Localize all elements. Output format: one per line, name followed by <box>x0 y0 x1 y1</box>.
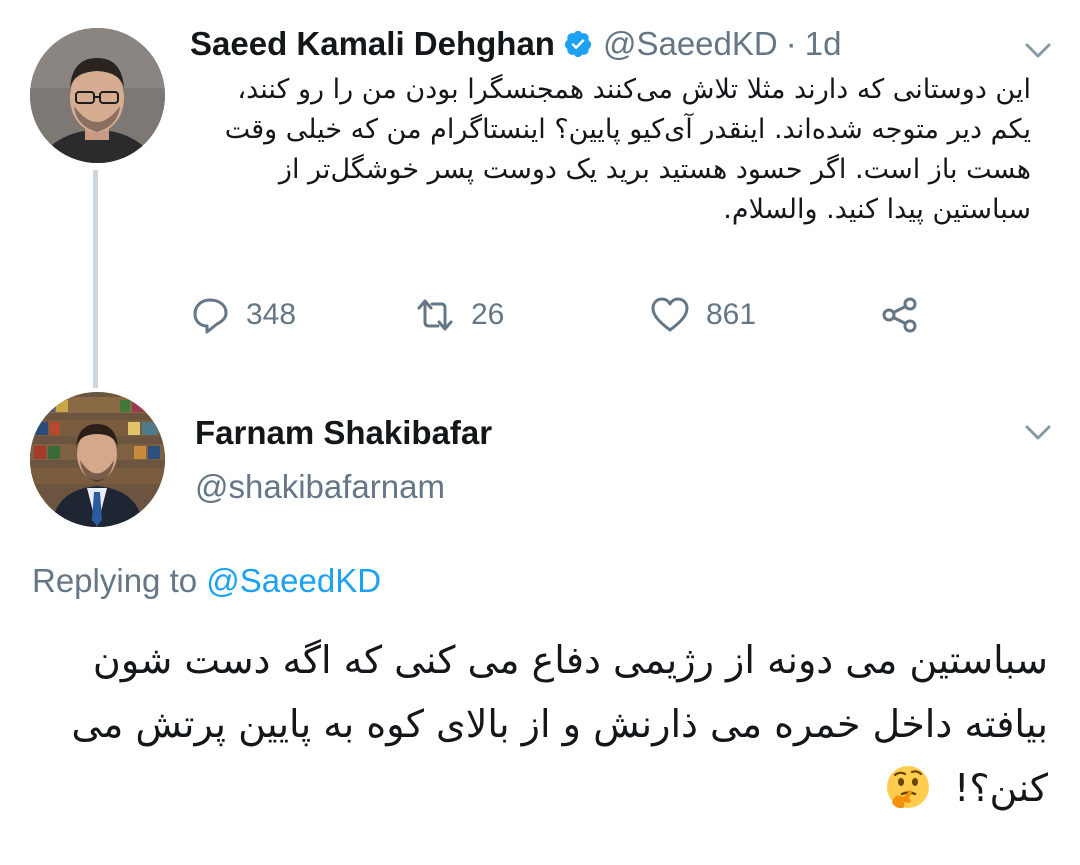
heart-icon <box>651 297 689 332</box>
avatar-farnam[interactable] <box>30 392 165 527</box>
verified-badge-icon <box>564 30 592 58</box>
retweet-button[interactable]: 26 <box>415 292 504 338</box>
thread-connector-line <box>93 170 98 388</box>
author-handle[interactable]: @SaeedKD <box>603 25 778 63</box>
chevron-down-icon[interactable] <box>1022 38 1054 62</box>
reply-count: 348 <box>246 298 297 331</box>
reply-author-name[interactable]: Farnam Shakibafar <box>195 414 492 452</box>
share-button[interactable] <box>880 292 920 338</box>
replying-to-line: Replying to @SaeedKD <box>32 562 381 600</box>
retweet-count: 26 <box>471 298 505 331</box>
tweet-timestamp[interactable]: 1d <box>805 25 842 63</box>
like-count: 861 <box>706 298 757 331</box>
like-button[interactable]: 861 <box>650 292 756 338</box>
retweet-icon <box>417 299 453 331</box>
replying-to-label: Replying to <box>32 562 198 599</box>
chevron-down-icon[interactable] <box>1022 420 1054 444</box>
reply-button[interactable]: 348 <box>190 292 296 338</box>
author-name[interactable]: Saeed Kamali Dehghan <box>190 25 555 63</box>
tweet-text: این دوستانی که دارند مثلا تلاش می‌کنند ه… <box>224 74 1031 225</box>
tweet-actions: 348 26 861 <box>190 292 950 338</box>
reply-author-handle[interactable]: @shakibafarnam <box>195 468 445 506</box>
avatar-saeed[interactable] <box>30 28 165 163</box>
reply-icon <box>193 298 228 334</box>
replying-to-mention[interactable]: @SaeedKD <box>206 562 381 599</box>
meta-separator: · <box>785 25 797 62</box>
thinking-face-emoji <box>887 766 930 809</box>
share-icon <box>882 297 917 333</box>
reply-text: سباستین می دونه از رژیمی دفاع می کنی که … <box>40 628 1048 820</box>
tweet-header: Saeed Kamali Dehghan @SaeedKD · 1d <box>190 22 841 66</box>
